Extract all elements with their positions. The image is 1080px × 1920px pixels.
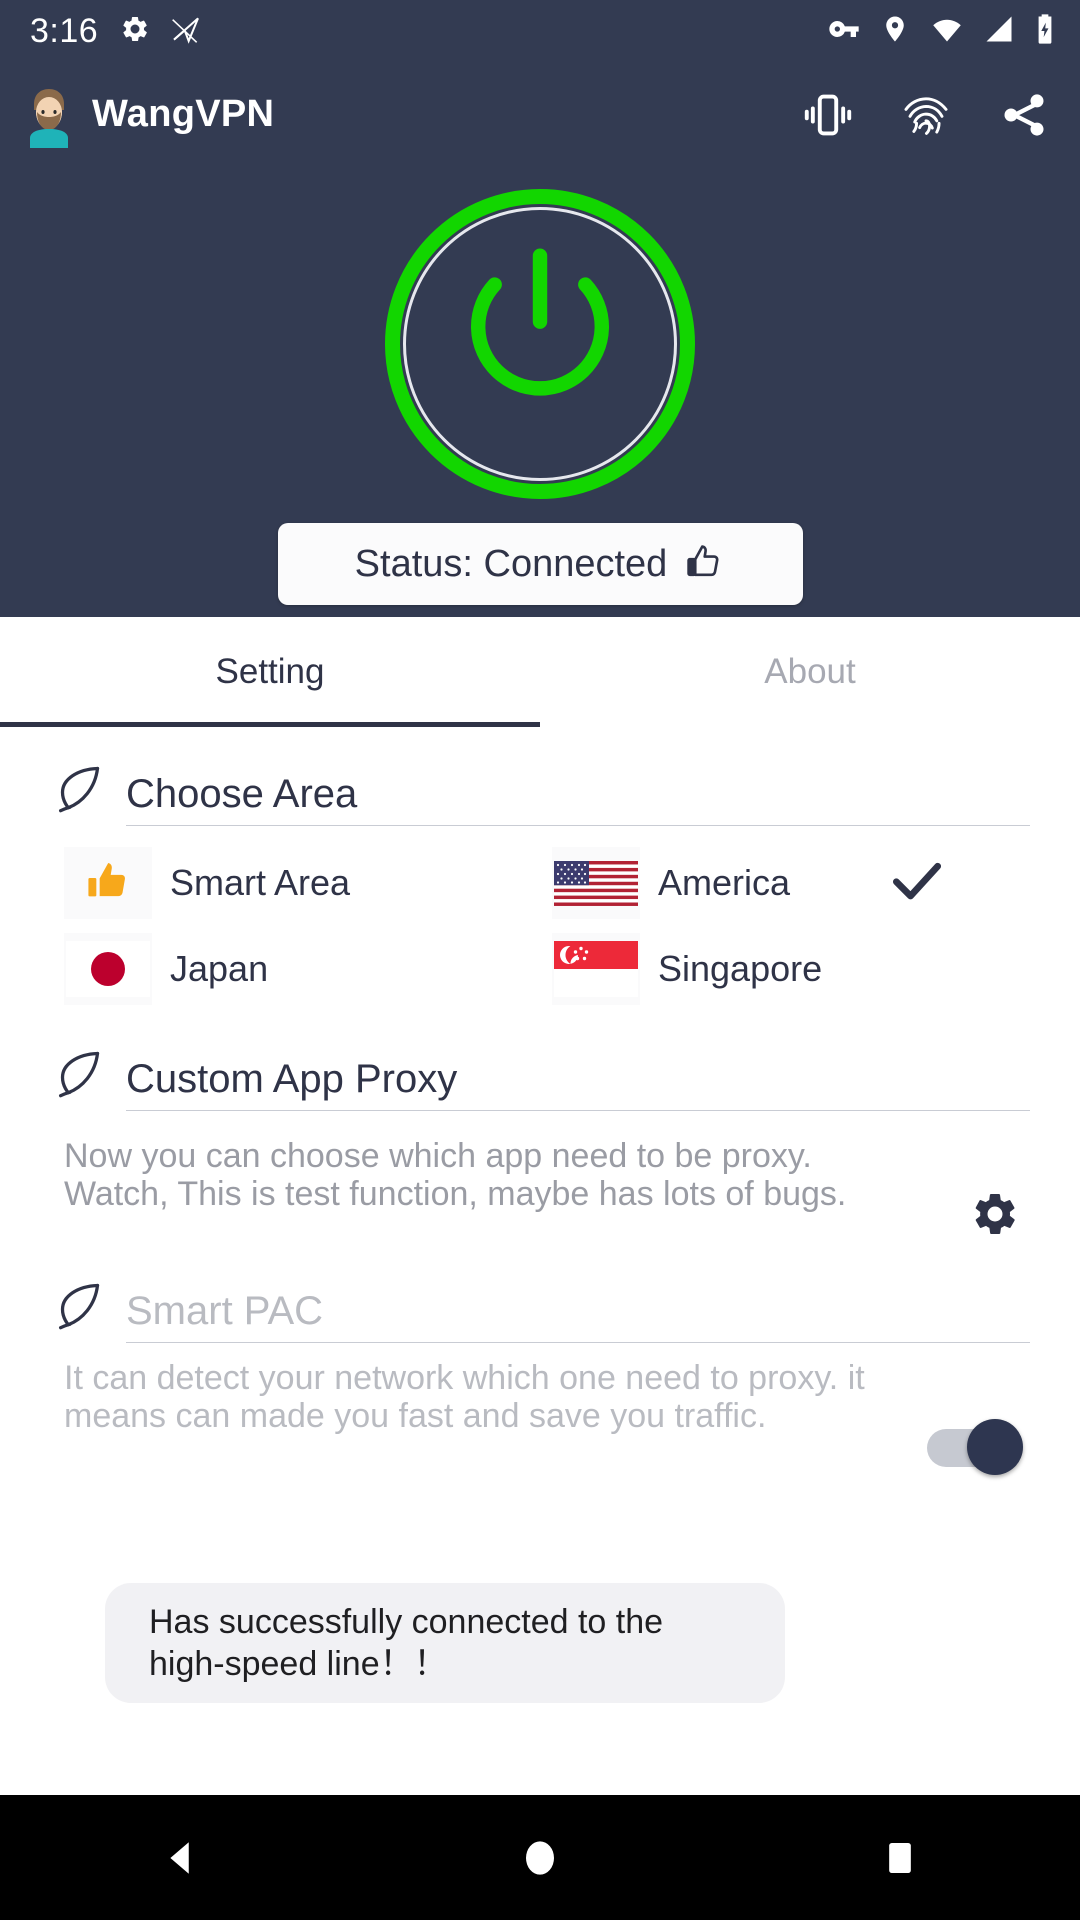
recents-icon[interactable] — [825, 1795, 975, 1920]
connection-hero: Status: Connected — [0, 167, 1080, 617]
leaf-icon — [52, 761, 108, 822]
app-bar-actions — [800, 87, 1052, 143]
section-title-custom-app-proxy: Custom App Proxy — [126, 1057, 458, 1101]
custom-app-proxy-settings-button[interactable] — [950, 1137, 1040, 1244]
section-smart-pac-header: Smart PAC — [0, 1244, 1080, 1343]
status-badge: Status: Connected — [277, 523, 803, 605]
gear-icon — [970, 1189, 1020, 1244]
vibrate-icon[interactable] — [800, 87, 856, 143]
area-options-grid: Smart Area America Japan Singapore — [0, 826, 1080, 1012]
app-bar: WangVPN — [0, 62, 1080, 167]
flag-jp-icon — [64, 933, 152, 1005]
section-title-choose-area: Choose Area — [126, 772, 358, 816]
system-navigation-bar — [0, 1795, 1080, 1920]
status-bar-notification-icons — [120, 13, 202, 50]
custom-app-proxy-body: Now you can choose which app need to be … — [0, 1111, 1080, 1244]
toast-notification: Has successfully connected to the high-s… — [105, 1583, 785, 1703]
area-label: America — [658, 862, 791, 903]
phone-screen: 3:16 WangVPN Status: Connected Setting A… — [0, 0, 1080, 1920]
app-title: WangVPN — [92, 93, 275, 135]
status-text: Status: Connected — [354, 542, 668, 585]
vpn-key-icon — [828, 13, 860, 50]
status-bar: 3:16 — [0, 0, 1080, 62]
area-option-japan[interactable]: Japan — [64, 926, 552, 1012]
leaf-icon — [52, 1046, 108, 1107]
cell-signal-icon — [984, 14, 1014, 49]
custom-app-proxy-description: Now you can choose which app need to be … — [64, 1137, 847, 1214]
area-option-america[interactable]: America — [552, 840, 1040, 926]
battery-charging-icon — [1034, 13, 1056, 50]
check-icon — [886, 850, 948, 917]
settings-content: Choose Area Smart Area America Japan Sin… — [0, 727, 1080, 1475]
location-pin-icon — [880, 14, 910, 49]
flag-us-icon — [552, 847, 640, 919]
flag-sg-icon — [552, 933, 640, 1005]
area-label: Singapore — [658, 948, 823, 989]
wifi-icon — [930, 14, 964, 49]
power-icon — [437, 231, 643, 442]
divider — [126, 1342, 1030, 1343]
thumbs-up-orange-icon — [64, 847, 152, 919]
toggle-thumb — [967, 1419, 1023, 1475]
area-option-singapore[interactable]: Singapore — [552, 926, 1040, 1012]
area-label: Japan — [170, 948, 269, 989]
paper-plane-slash-icon — [170, 13, 202, 50]
back-icon[interactable] — [105, 1795, 255, 1920]
home-icon[interactable] — [465, 1795, 615, 1920]
section-custom-app-proxy-header: Custom App Proxy — [0, 1012, 1080, 1111]
smart-pac-body: It can detect your network which one nee… — [0, 1343, 1080, 1475]
status-bar-clock: 3:16 — [30, 12, 99, 50]
fingerprint-icon[interactable] — [898, 87, 954, 143]
tab-bar: Setting About — [0, 617, 1080, 727]
toast-message: Has successfully connected to the high-s… — [149, 1602, 664, 1684]
smart-pac-description: It can detect your network which one nee… — [64, 1359, 865, 1436]
area-option-smart-area[interactable]: Smart Area — [64, 840, 552, 926]
section-title-smart-pac: Smart PAC — [126, 1289, 324, 1333]
thumbs-up-icon — [683, 541, 725, 588]
section-choose-area-header: Choose Area — [0, 727, 1080, 826]
tab-setting[interactable]: Setting — [0, 617, 540, 727]
area-label: Smart Area — [170, 862, 351, 903]
power-toggle-button[interactable] — [385, 189, 695, 499]
status-bar-system-icons — [828, 13, 1056, 50]
avatar[interactable] — [20, 81, 78, 148]
leaf-icon — [52, 1278, 108, 1339]
tab-about[interactable]: About — [540, 617, 1080, 727]
share-icon[interactable] — [996, 87, 1052, 143]
divider — [126, 1110, 1030, 1111]
gear-icon — [120, 14, 150, 49]
smart-pac-toggle[interactable] — [910, 1359, 1040, 1475]
divider — [126, 825, 1030, 826]
